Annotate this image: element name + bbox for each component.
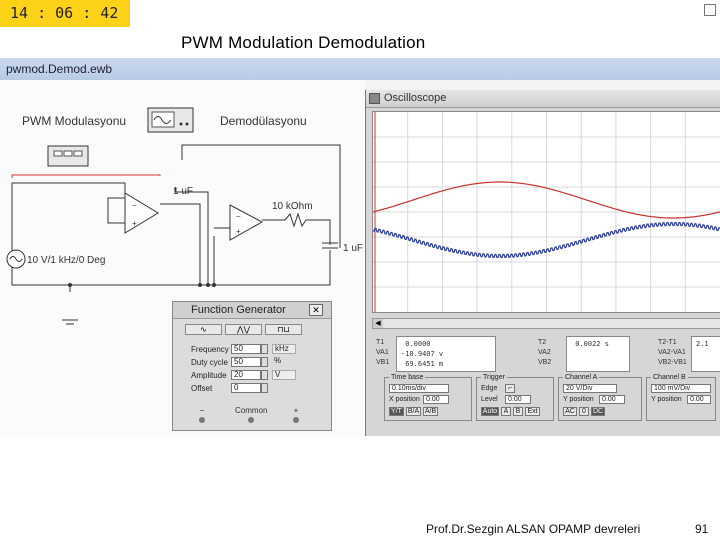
square-wave-button[interactable]: ⊓⊔	[265, 324, 302, 335]
scope-trace-area	[372, 112, 720, 312]
level-label: Level	[481, 396, 498, 403]
frequency-unit-select[interactable]: kHz	[272, 344, 296, 354]
svg-text:+: +	[132, 219, 137, 228]
opamp-2-symbol	[229, 204, 264, 241]
duty-cycle-input[interactable]: 50	[231, 357, 261, 367]
ba-button[interactable]: B/A	[406, 407, 421, 416]
label-resistor: 10 kOhm	[272, 201, 313, 212]
footer-author: Prof.Dr.Sezgin ALSAN OPAMP devreleri	[426, 522, 641, 536]
t2-readout: 0.0022 s	[566, 336, 630, 372]
t1-readout: 0.0000 -10.9407 v 69.6451 m	[396, 336, 496, 372]
triangle-wave-button[interactable]: ⋀⋁	[225, 324, 262, 335]
auto-button[interactable]: Auto	[481, 407, 499, 416]
terminal-negative[interactable]: −	[199, 406, 205, 423]
yt-button[interactable]: Y/T	[389, 407, 404, 416]
label-modulation: PWM Modulasyonu	[22, 114, 127, 128]
frequency-label: Frequency	[191, 344, 229, 354]
difference-readout: 2.1	[691, 336, 720, 372]
close-icon[interactable]: ✕	[309, 304, 323, 316]
svg-text:−: −	[132, 201, 137, 210]
oscilloscope-title-bar: Oscilloscope	[366, 90, 720, 108]
simulator-window: pwmod.Demod.ewb − + − + PWM Modulasyonu …	[0, 58, 720, 436]
slide-clock: 14 : 06 : 42	[0, 0, 130, 27]
terminal-common[interactable]: Common	[235, 406, 267, 423]
slide-title: PWM Modulation Demodulation	[181, 33, 426, 52]
svg-text:+: +	[236, 227, 241, 236]
rising-edge-icon[interactable]: ⌐	[505, 384, 515, 393]
function-generator-window[interactable]: Function Generator ✕ ∿ ⋀⋁ ⊓⊔ Frequency 5…	[172, 301, 332, 431]
window-title: pwmod.Demod.ewb	[0, 58, 720, 80]
edge-label: Edge	[481, 385, 498, 392]
terminal-positive-label: +	[293, 406, 299, 415]
scroll-left-arrow-icon[interactable]: ◀	[373, 319, 383, 328]
amplitude-unit-select[interactable]: V	[272, 370, 296, 380]
channel-a-ac-button[interactable]: AC	[563, 407, 577, 416]
circuit-canvas[interactable]: − + − + PWM Modulasyonu Demodülasyonu 1 …	[0, 80, 365, 436]
slide-checkbox[interactable]	[704, 4, 716, 16]
amplitude-label: Amplitude	[191, 370, 227, 380]
oscilloscope-title: Oscilloscope	[384, 92, 447, 104]
channel-a-zero-button[interactable]: 0	[579, 407, 589, 416]
x-position-label: X position	[389, 396, 420, 403]
timebase-title: Time base	[389, 374, 426, 381]
channel-b-ypos-input[interactable]: 0.00	[687, 395, 711, 404]
opamp-1-symbol	[124, 192, 159, 234]
trigger-panel: Trigger Edge ⌐ Level 0.00 Auto A B Ext	[476, 374, 554, 421]
oscilloscope-icon	[369, 93, 380, 104]
offset-input[interactable]: 0	[231, 383, 261, 393]
duty-cycle-spinner[interactable]	[261, 357, 268, 367]
difference-labels: T2-T1 VA2-VA1 VB2-VB1	[658, 339, 687, 366]
channel-a-dc-button[interactable]: DC	[591, 407, 605, 416]
x-position-input[interactable]: 0.00	[423, 395, 449, 404]
t2-labels: T2 VA2 VB2	[538, 339, 552, 366]
amplitude-row: Amplitude 20 V	[191, 370, 296, 380]
terminal-common-label: Common	[235, 406, 268, 415]
timebase-panel: Time base 0.10ms/div X position 0.00 Y/T…	[384, 374, 472, 421]
t1-labels: T1 VA1 VB1	[376, 339, 390, 366]
page-number: 91	[695, 522, 709, 536]
ab-button[interactable]: A/B	[423, 407, 438, 416]
trigger-b-button[interactable]: B	[513, 407, 523, 416]
label-capacitor-1: 1 uF	[173, 186, 194, 197]
channel-b-title: Channel B	[651, 374, 688, 381]
trigger-title: Trigger	[481, 374, 507, 381]
trigger-ext-button[interactable]: Ext	[525, 407, 540, 416]
channel-b-panel: Channel B 100 mV/Div Y position 0.00	[646, 374, 716, 421]
level-input[interactable]: 0.00	[505, 395, 531, 404]
trigger-a-button[interactable]: A	[501, 407, 511, 416]
frequency-input[interactable]: 50	[231, 344, 261, 354]
duty-cycle-unit: %	[274, 356, 282, 365]
sine-wave-button[interactable]: ∿	[185, 324, 222, 335]
label-capacitor-2: 1 uF	[343, 243, 364, 254]
timebase-input[interactable]: 0.10ms/div	[389, 384, 449, 393]
channel-a-panel: Channel A 20 V/Div Y position 0.00 AC 0 …	[558, 374, 642, 421]
offset-row: Offset 0	[191, 383, 272, 393]
amplitude-spinner[interactable]	[261, 370, 268, 380]
waveform-buttons: ∿ ⋀⋁ ⊓⊔	[185, 324, 302, 335]
svg-text:−: −	[236, 212, 241, 221]
oscilloscope-scrollbar[interactable]: ◀	[372, 318, 720, 329]
oscilloscope-screen[interactable]	[372, 111, 720, 313]
channel-a-ypos-label: Y position	[563, 396, 594, 403]
channel-a-ypos-input[interactable]: 0.00	[599, 395, 625, 404]
label-demodulation: Demodülasyonu	[220, 114, 307, 128]
channel-b-scale-input[interactable]: 100 mV/Div	[651, 384, 711, 393]
terminal-positive[interactable]: +	[293, 406, 299, 423]
offset-label: Offset	[191, 383, 213, 393]
duty-cycle-row: Duty cycle 50 %	[191, 357, 296, 367]
terminal-negative-label: −	[199, 406, 205, 415]
channel-a-title: Channel A	[563, 374, 600, 381]
channel-a-scale-input[interactable]: 20 V/Div	[563, 384, 617, 393]
oscilloscope-controls: Time base 0.10ms/div X position 0.00 Y/T…	[384, 374, 716, 421]
frequency-spinner[interactable]	[261, 344, 268, 354]
duty-cycle-label: Duty cycle	[191, 357, 228, 367]
amplitude-input[interactable]: 20	[231, 370, 261, 380]
offset-spinner[interactable]	[261, 383, 268, 393]
label-source: 10 V/1 kHz/0 Deg	[27, 255, 106, 266]
oscilloscope-window[interactable]: Oscilloscope ◀ T1 VA1 VB1 0.0000 -10.940…	[365, 90, 720, 436]
function-generator-title: Function Generator	[173, 302, 331, 319]
frequency-row: Frequency 50 kHz	[191, 344, 296, 354]
channel-b-ypos-label: Y position	[651, 396, 682, 403]
